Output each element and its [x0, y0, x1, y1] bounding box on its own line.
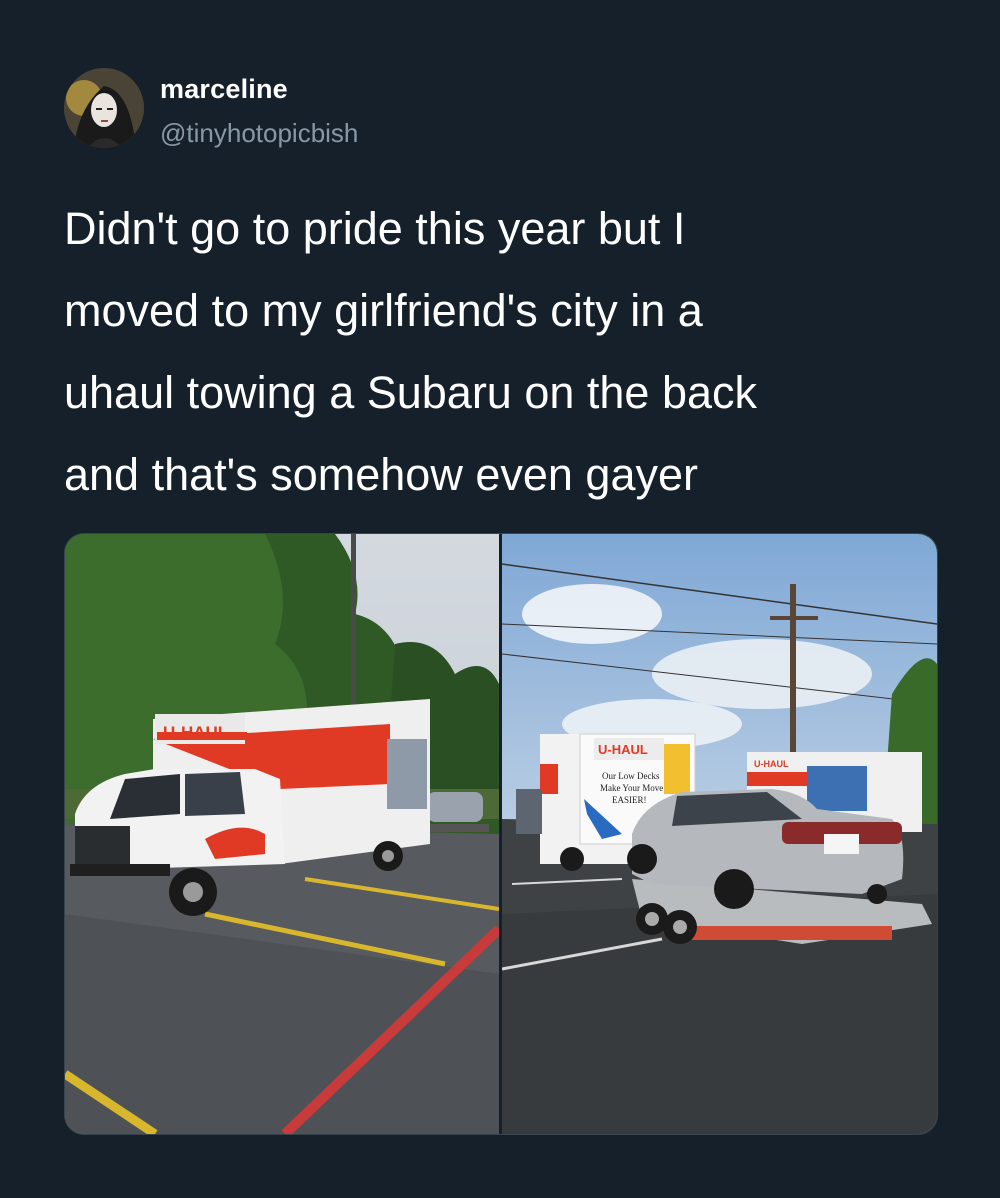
- truck-rear-text: EASIER!: [612, 795, 647, 805]
- tweet-text-line: uhaul towing a Subaru on the back: [64, 367, 757, 418]
- tweet-media[interactable]: U-HAUL U-HAUL U-HAUL U-HAUL Our Low Deck…: [64, 533, 938, 1135]
- tweet-text: Didn't go to pride this year but I moved…: [64, 188, 944, 516]
- truck-photo-image: U-HAUL U-HAUL: [65, 534, 499, 1134]
- truck-rear-text: Our Low Decks: [602, 771, 660, 781]
- truck-logo-far: U-HAUL: [754, 759, 789, 769]
- truck-logo-side: U-HAUL: [305, 729, 370, 748]
- display-name[interactable]: marceline: [160, 74, 288, 105]
- profile-photo-icon: [64, 68, 144, 148]
- truck-logo-front: U-HAUL: [163, 723, 228, 742]
- photo-truck-front[interactable]: U-HAUL U-HAUL: [65, 534, 499, 1134]
- truck-logo-rear: U-HAUL: [598, 742, 648, 757]
- avatar[interactable]: [64, 68, 144, 148]
- user-handle[interactable]: @tinyhotopicbish: [160, 118, 358, 149]
- tweet-card: marceline @tinyhotopicbish Didn't go to …: [0, 0, 1000, 1198]
- truck-rear-text: Make Your Move: [600, 783, 663, 793]
- tweet-text-line: and that's somehow even gayer: [64, 449, 698, 500]
- tweet-text-line: moved to my girlfriend's city in a: [64, 285, 703, 336]
- subaru-photo-image: U-HAUL U-HAUL Our Low Decks Make Your Mo…: [502, 534, 937, 1134]
- tweet-text-line: Didn't go to pride this year but I: [64, 203, 686, 254]
- photo-subaru-trailer[interactable]: U-HAUL U-HAUL Our Low Decks Make Your Mo…: [502, 534, 937, 1134]
